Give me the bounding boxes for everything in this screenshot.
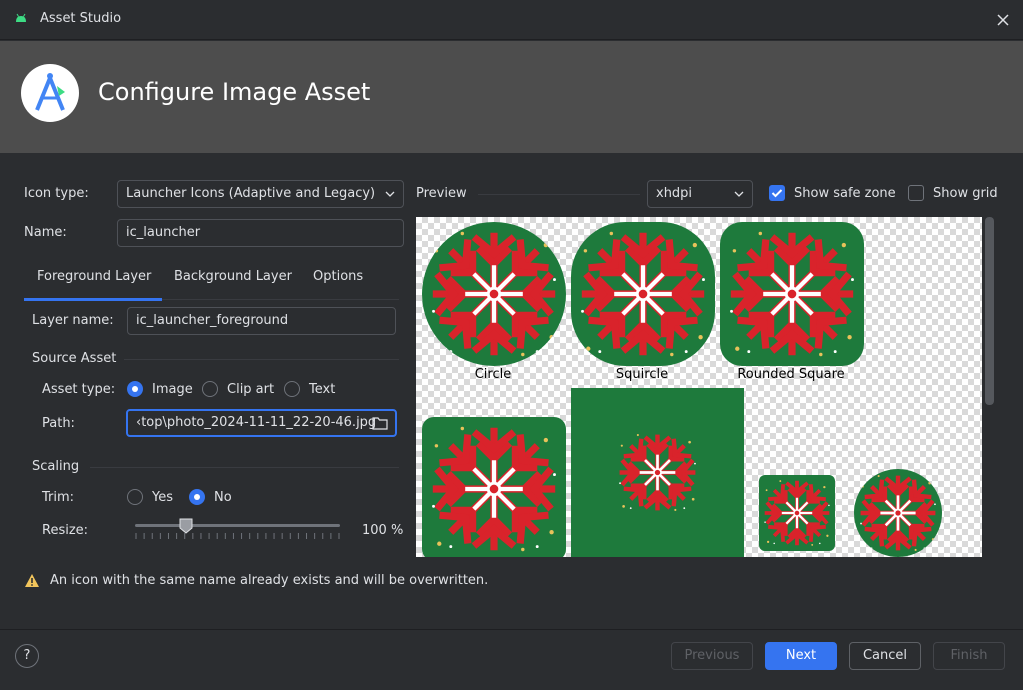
title-bar: Asset Studio	[0, 0, 1023, 40]
android-studio-logo	[21, 64, 79, 122]
source-asset-heading: Source Asset	[32, 351, 117, 366]
main-content: Icon type: Launcher Icons (Adaptive and …	[0, 153, 1023, 629]
cancel-button[interactable]: Cancel	[849, 642, 921, 670]
show-safe-zone-label: Show safe zone	[794, 186, 896, 201]
trim-no-radio[interactable]	[189, 489, 205, 505]
chevron-down-icon	[385, 191, 395, 197]
asset-type-text-radio[interactable]	[284, 381, 300, 397]
name-field[interactable]: ic_launcher	[117, 219, 404, 247]
page-title: Configure Image Asset	[98, 78, 371, 106]
layer-name-field[interactable]: ic_launcher_foreground	[127, 307, 396, 335]
header-banner: Configure Image Asset	[0, 41, 1023, 153]
caption-circle: Circle	[474, 367, 512, 382]
tab-background-layer[interactable]: Background Layer	[174, 260, 292, 300]
previous-button[interactable]: Previous	[671, 642, 753, 670]
close-icon[interactable]	[993, 10, 1013, 30]
warning-text: An icon with the same name already exist…	[50, 573, 489, 588]
footer-bar: ? Previous Next Cancel Finish	[0, 629, 1023, 690]
checkmark-icon	[771, 189, 783, 198]
tab-options[interactable]: Options	[313, 260, 363, 300]
icon-preview-rounded-square	[720, 222, 864, 366]
resize-value: 100 %	[362, 523, 404, 538]
folder-icon[interactable]	[372, 416, 388, 430]
icon-preview-full-bleed	[571, 388, 744, 557]
window-title: Asset Studio	[40, 11, 122, 26]
layer-name-label: Layer name:	[32, 313, 114, 328]
path-value: ‹top\photo_2024-11-11_22-20-46.jpg	[136, 415, 377, 430]
resize-slider-ticks	[135, 533, 340, 539]
icon-preview-square	[422, 417, 566, 557]
icon-preview-squircle	[571, 222, 715, 366]
icon-preview-legacy-square	[759, 475, 835, 551]
show-safe-zone-checkbox[interactable]	[769, 185, 785, 201]
warning-icon	[25, 574, 39, 587]
next-button[interactable]: Next	[765, 642, 837, 670]
layer-tabs: Foreground Layer Background Layer Option…	[24, 260, 399, 301]
icon-type-value: Launcher Icons (Adaptive and Legacy)	[126, 186, 376, 201]
resize-label: Resize:	[42, 523, 89, 538]
divider	[478, 194, 640, 195]
asset-type-text-label: Text	[309, 382, 336, 397]
show-grid-checkbox[interactable]	[908, 185, 924, 201]
asset-type-image-radio[interactable]	[127, 381, 143, 397]
density-value: xhdpi	[656, 186, 693, 201]
android-icon	[16, 13, 26, 22]
resize-slider-track[interactable]	[135, 524, 340, 527]
preview-scrollbar[interactable]	[985, 217, 994, 405]
preview-canvas: Circle Squircle Rounded Square	[416, 217, 982, 557]
scaling-heading: Scaling	[32, 459, 80, 474]
tab-foreground-layer[interactable]: Foreground Layer	[24, 260, 162, 301]
icon-type-dropdown[interactable]: Launcher Icons (Adaptive and Legacy)	[117, 180, 404, 208]
name-label: Name:	[24, 225, 67, 240]
path-field[interactable]: ‹top\photo_2024-11-11_22-20-46.jpg	[126, 409, 397, 437]
help-button[interactable]: ?	[15, 644, 39, 668]
path-label: Path:	[42, 416, 75, 431]
preview-label: Preview	[416, 186, 467, 201]
caption-rounded-square: Rounded Square	[737, 367, 845, 382]
trim-yes-radio[interactable]	[127, 489, 143, 505]
icon-preview-legacy-round	[854, 469, 942, 557]
asset-type-label: Asset type:	[42, 382, 116, 397]
trim-label: Trim:	[42, 490, 75, 505]
resize-slider-thumb[interactable]	[179, 518, 193, 534]
trim-no-label: No	[214, 490, 232, 505]
icon-preview-circle	[422, 222, 566, 366]
show-grid-label: Show grid	[933, 186, 998, 201]
asset-type-clipart-label: Clip art	[227, 382, 275, 397]
caption-squircle: Squircle	[615, 367, 669, 382]
density-dropdown[interactable]: xhdpi	[647, 180, 753, 208]
trim-yes-label: Yes	[152, 490, 173, 505]
finish-button[interactable]: Finish	[933, 642, 1005, 670]
asset-type-image-label: Image	[152, 382, 193, 397]
chevron-down-icon	[734, 191, 744, 197]
divider	[124, 359, 399, 360]
asset-type-clipart-radio[interactable]	[202, 381, 218, 397]
divider	[90, 467, 399, 468]
icon-type-label: Icon type:	[24, 186, 89, 201]
